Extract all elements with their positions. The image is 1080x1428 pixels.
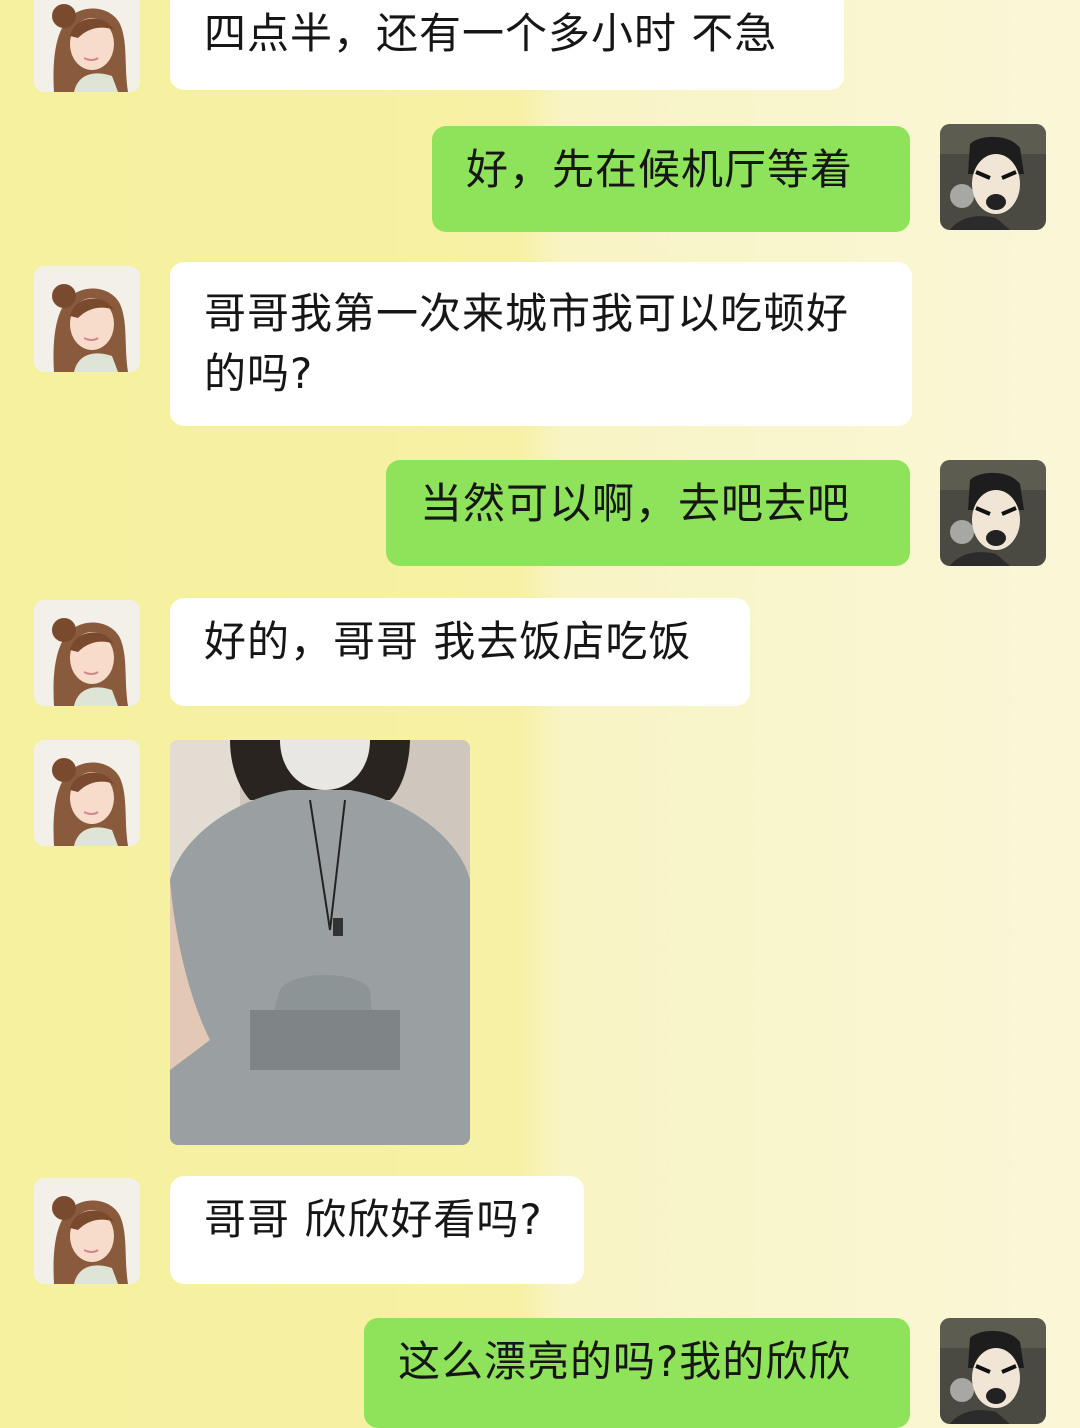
message-text: 四点半，还有一个多小时 不急 <box>204 9 778 58</box>
girl-avatar-icon <box>34 266 140 372</box>
message-text-line: 的吗? <box>204 349 314 398</box>
girl-avatar-icon <box>34 1178 140 1284</box>
message-text: 好，先在候机厅等着 <box>466 145 854 194</box>
message-text-line: 哥哥我第一次来城市我可以吃顿好 <box>204 289 850 338</box>
message-bubble[interactable]: 哥哥我第一次来城市我可以吃顿好 的吗? <box>170 262 912 426</box>
message-text: 这么漂亮的吗?我的欣欣 <box>398 1337 852 1386</box>
man-avatar-icon <box>940 1318 1046 1424</box>
message-bubble[interactable]: 这么漂亮的吗?我的欣欣 <box>364 1318 910 1428</box>
girl-avatar-icon <box>34 600 140 706</box>
girl-avatar[interactable] <box>34 600 140 706</box>
message-text: 当然可以啊，去吧去吧 <box>420 479 851 528</box>
girl-avatar[interactable] <box>34 266 140 372</box>
message-bubble[interactable]: 好，先在候机厅等着 <box>432 126 910 232</box>
message-bubble[interactable]: 好的，哥哥 我去饭店吃饭 <box>170 598 750 706</box>
girl-avatar[interactable] <box>34 0 140 92</box>
man-avatar[interactable] <box>940 124 1046 230</box>
girl-avatar[interactable] <box>34 1178 140 1284</box>
photo-image <box>170 740 470 1145</box>
chat-window: 四点半，还有一个多小时 不急 好，先在候机厅等着 哥哥我第一次来城市我可以吃顿好… <box>0 0 1080 1428</box>
man-avatar-icon <box>940 124 1046 230</box>
message-bubble[interactable]: 哥哥 欣欣好看吗? <box>170 1176 584 1284</box>
message-photo[interactable] <box>170 740 470 1145</box>
man-avatar[interactable] <box>940 460 1046 566</box>
girl-avatar[interactable] <box>34 740 140 846</box>
message-text: 哥哥 欣欣好看吗? <box>204 1195 543 1244</box>
message-bubble[interactable]: 四点半，还有一个多小时 不急 <box>170 0 844 90</box>
message-text: 好的，哥哥 我去饭店吃饭 <box>204 617 692 666</box>
man-avatar-icon <box>940 460 1046 566</box>
man-avatar[interactable] <box>940 1318 1046 1424</box>
message-bubble[interactable]: 当然可以啊，去吧去吧 <box>386 460 910 566</box>
girl-avatar-icon <box>34 740 140 846</box>
girl-avatar-icon <box>34 0 140 92</box>
